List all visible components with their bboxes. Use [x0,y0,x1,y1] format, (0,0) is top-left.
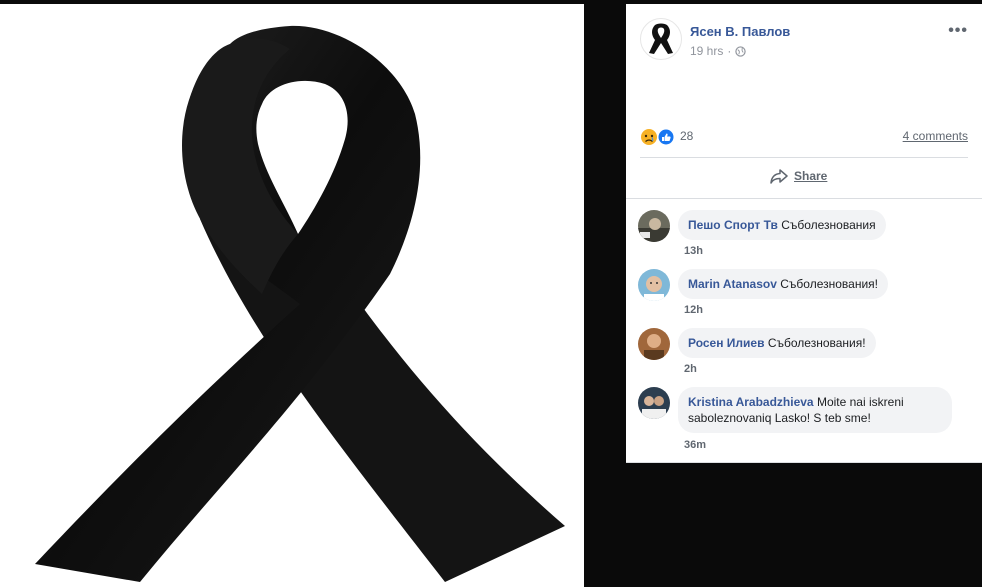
divider [640,157,968,158]
divider [626,198,982,199]
black-ribbon-icon [35,25,565,583]
comment-time[interactable]: 36m [684,439,706,451]
avatar[interactable] [638,210,670,242]
comments-count-link[interactable]: 4 comments [903,129,968,143]
share-arrow-icon [770,169,788,184]
comment-bubble: Пешо Спорт Тв Съболезнования [678,210,886,240]
comment-bubble: Kristina Arabadzhieva Moite nai iskreni … [678,387,952,433]
comment-text: Съболезнования [781,218,876,232]
globe-icon [735,45,747,57]
timestamp[interactable]: 19 hrs [690,44,723,58]
comment-bubble: Marin Atanasov Съболезнования! [678,269,889,299]
comment-author[interactable]: Пешо Спорт Тв [688,218,778,232]
comment-time[interactable]: 12h [684,304,703,316]
comment-time[interactable]: 13h [684,245,703,257]
author-name[interactable]: Ясен В. Павлов [690,24,790,39]
post-photo[interactable] [0,4,584,587]
comment-text: Съболезнования! [767,336,866,350]
sad-reaction-icon [641,129,657,145]
reaction-count[interactable]: 28 [680,129,693,143]
share-button[interactable]: Share [770,168,827,184]
comment-bubble: Росен Илиев Съболезнования! [678,328,876,358]
more-options-button[interactable]: ••• [948,22,968,40]
reaction-icons[interactable] [640,128,680,146]
avatar[interactable] [640,18,682,60]
post-meta: 19 hrs · [690,44,747,58]
comment-time[interactable]: 2h [684,363,697,375]
comment-author[interactable]: Росен Илиев [688,336,764,350]
avatar[interactable] [638,328,670,360]
share-label: Share [794,169,828,183]
reactions-row: 28 4 comments [640,126,968,156]
avatar[interactable] [638,269,670,301]
separator: · [727,44,732,58]
post-sidebar: Ясен В. Павлов 19 hrs · ••• 28 4 comment… [626,4,982,463]
comment-text: Съболезнования! [780,277,879,291]
avatar[interactable] [638,387,670,419]
comment-author[interactable]: Marin Atanasov [688,277,777,291]
like-reaction-icon [657,128,675,146]
comment-author[interactable]: Kristina Arabadzhieva [688,395,814,409]
black-ribbon-icon [649,23,673,54]
